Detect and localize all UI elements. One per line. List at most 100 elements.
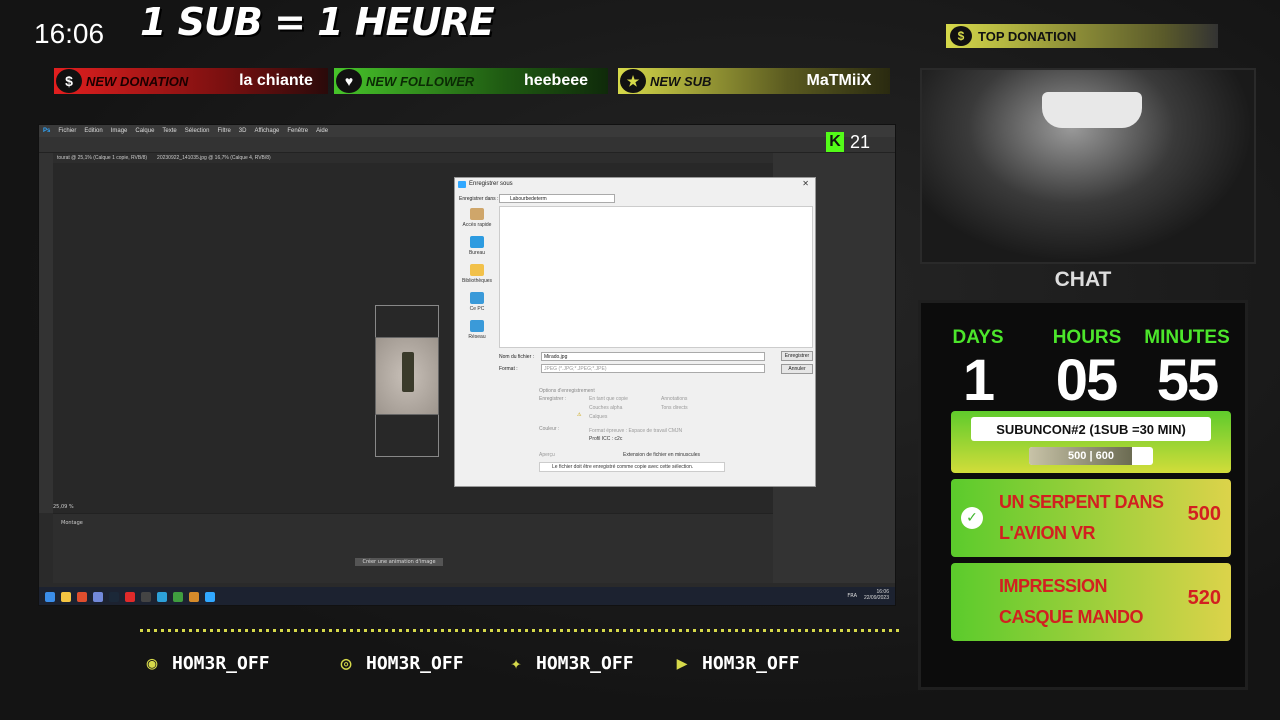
chat-label: CHAT	[1054, 268, 1112, 291]
kick-icon: K	[826, 132, 844, 152]
goal-name: UN SERPENT DANS L'AVION VR	[999, 492, 1164, 543]
alert-value: MaTMiiX	[788, 68, 890, 94]
option-checkbox[interactable]: Annotations	[661, 396, 687, 402]
social-youtube: ▶ HOM3R_OFF	[670, 652, 800, 674]
social-handle: HOM3R_OFF	[536, 652, 634, 674]
place-desktop[interactable]: Bureau	[459, 236, 495, 256]
dialog-places: Accès rapide Bureau Bibliothèques Ce PC …	[459, 208, 495, 348]
menu-item[interactable]: Fichier	[58, 128, 76, 134]
dollar-icon: $	[56, 69, 82, 93]
option-checkbox[interactable]: En tant que copie	[589, 396, 628, 402]
taskbar-language: FRA	[847, 593, 857, 599]
file-list[interactable]	[499, 206, 813, 348]
menu-item[interactable]: Sélection	[185, 128, 210, 134]
obs-icon[interactable]	[141, 592, 151, 602]
place-quick-access[interactable]: Accès rapide	[459, 208, 495, 228]
alert-value: la chiante	[224, 68, 328, 94]
goal-card: IMPRESSION CASQUE MANDO 520	[951, 563, 1231, 641]
printer-object	[1042, 92, 1142, 128]
goal-title: SUBUNCON#2 (1SUB =30 MIN)	[971, 417, 1211, 441]
subathon-panel: DAYS HOURS MINUTES 1 05 55 SUBUNCON#2 (1…	[918, 300, 1248, 690]
save-as-dialog: Enregistrer sous ✕ Enregistrer dans : La…	[454, 177, 816, 487]
windows-taskbar: 16:06 22/09/2023 FRA	[39, 587, 895, 605]
create-animation-button[interactable]: Créer une animation d'image	[355, 558, 443, 566]
hours-value: 05	[1055, 348, 1119, 413]
color-option[interactable]: Format épreuve : Espace de travail CMJN	[589, 428, 682, 434]
social-twitter: ✦ HOM3R_OFF	[504, 652, 634, 674]
ps-toolbar[interactable]	[39, 153, 53, 513]
social-handle: HOM3R_OFF	[172, 652, 270, 674]
days-value: 1	[962, 348, 995, 413]
close-icon[interactable]: ✕	[802, 179, 809, 188]
youtube-icon: ▶	[676, 652, 688, 674]
options-title: Options d'enregistrement	[539, 388, 595, 394]
screen-capture: Ps Fichier Edition Image Calque Texte Sé…	[38, 124, 896, 606]
menu-item[interactable]: Fenêtre	[287, 128, 308, 134]
doc-tab[interactable]: tourat @ 25,1% (Calque 1 copie, RVB/8)	[57, 155, 147, 161]
steam-icon[interactable]	[109, 592, 119, 602]
explorer-icon[interactable]	[61, 592, 71, 602]
document-image	[375, 337, 439, 415]
taskbar-clock: 16:06 22/09/2023	[864, 589, 889, 601]
ps-doc-tabs: tourat @ 25,1% (Calque 1 copie, RVB/8) 2…	[53, 153, 773, 163]
save-in-select[interactable]: Labourbedeterm	[499, 194, 615, 203]
photoshop-icon	[458, 181, 466, 188]
menu-item[interactable]: Edition	[84, 128, 102, 134]
menu-item[interactable]: Filtre	[217, 128, 230, 134]
twitter-icon: ✦	[510, 652, 522, 674]
minutes-label: MINUTES	[1144, 327, 1230, 348]
cancel-button[interactable]: Annuler	[781, 364, 813, 374]
extension-checkbox[interactable]: Extension de fichier en minuscules	[623, 452, 700, 458]
menu-item[interactable]: Image	[111, 128, 128, 134]
zoom-level: 25,09 %	[53, 504, 74, 510]
doc-tab[interactable]: 20230922_141035.jpg @ 16,7% (Calque 4, R…	[157, 155, 271, 161]
clock: 16:06	[34, 18, 105, 49]
brave-icon[interactable]	[77, 592, 87, 602]
menu-item[interactable]: Calque	[135, 128, 154, 134]
windows-start-icon[interactable]	[45, 592, 55, 602]
computer-icon	[470, 292, 484, 304]
instagram-icon: ◎	[340, 652, 352, 674]
social-handle: HOM3R_OFF	[702, 652, 800, 674]
menu-item[interactable]: Texte	[162, 128, 176, 134]
place-label: Ce PC	[469, 306, 485, 312]
save-in-label: Enregistrer dans :	[459, 196, 499, 202]
option-checkbox[interactable]: Calques	[589, 414, 607, 420]
filename-input[interactable]: Mirado.jpg	[541, 352, 765, 361]
app-icon[interactable]	[173, 592, 183, 602]
save-button[interactable]: Enregistrer	[781, 351, 813, 361]
alert-value: heebeee	[504, 68, 608, 94]
place-network[interactable]: Réseau	[459, 320, 495, 340]
place-this-pc[interactable]: Ce PC	[459, 292, 495, 312]
kick-viewer-count: K 21	[826, 130, 882, 154]
photoshop-icon[interactable]	[205, 592, 215, 602]
place-libraries[interactable]: Bibliothèques	[459, 264, 495, 284]
app-icon[interactable]	[157, 592, 167, 602]
ps-timeline: 25,09 % Montage Créer une animation d'im…	[53, 504, 773, 583]
social-discord: ◉ HOM3R_OFF	[140, 652, 270, 674]
save-options-label: Enregistrer :	[539, 396, 567, 402]
ps-options-bar	[39, 137, 895, 153]
format-select[interactable]: JPEG (*.JPG;*.JPEG;*.JPE)	[541, 364, 765, 373]
sub-goal: SUBUNCON#2 (1SUB =30 MIN) 500 | 600	[951, 411, 1231, 473]
taskbar-date: 22/09/2023	[863, 595, 889, 601]
webcam-feed	[920, 68, 1256, 264]
menu-item[interactable]: Affichage	[254, 128, 279, 134]
app-icon[interactable]	[125, 592, 135, 602]
preview-checkbox[interactable]: Aperçu	[539, 452, 555, 458]
option-checkbox[interactable]: Tons directs	[661, 405, 688, 411]
color-option[interactable]: Profil ICC : c2c	[589, 436, 622, 442]
place-label: Accès rapide	[462, 222, 492, 228]
dollar-icon: $	[950, 26, 972, 46]
goal-progress-bar: 500 | 600	[1029, 447, 1153, 465]
app-icon[interactable]	[189, 592, 199, 602]
goal-points: 520	[1187, 587, 1221, 609]
option-checkbox[interactable]: Couches alpha	[589, 405, 622, 411]
stream-title: 1 SUB = 1 HEURE	[140, 0, 495, 44]
discord-icon[interactable]	[93, 592, 103, 602]
menu-item[interactable]: 3D	[239, 128, 247, 134]
filename-label: Nom du fichier :	[499, 354, 535, 360]
dotted-divider	[140, 629, 900, 632]
warning-icon: ⚠	[577, 412, 582, 418]
menu-item[interactable]: Aide	[316, 128, 328, 134]
